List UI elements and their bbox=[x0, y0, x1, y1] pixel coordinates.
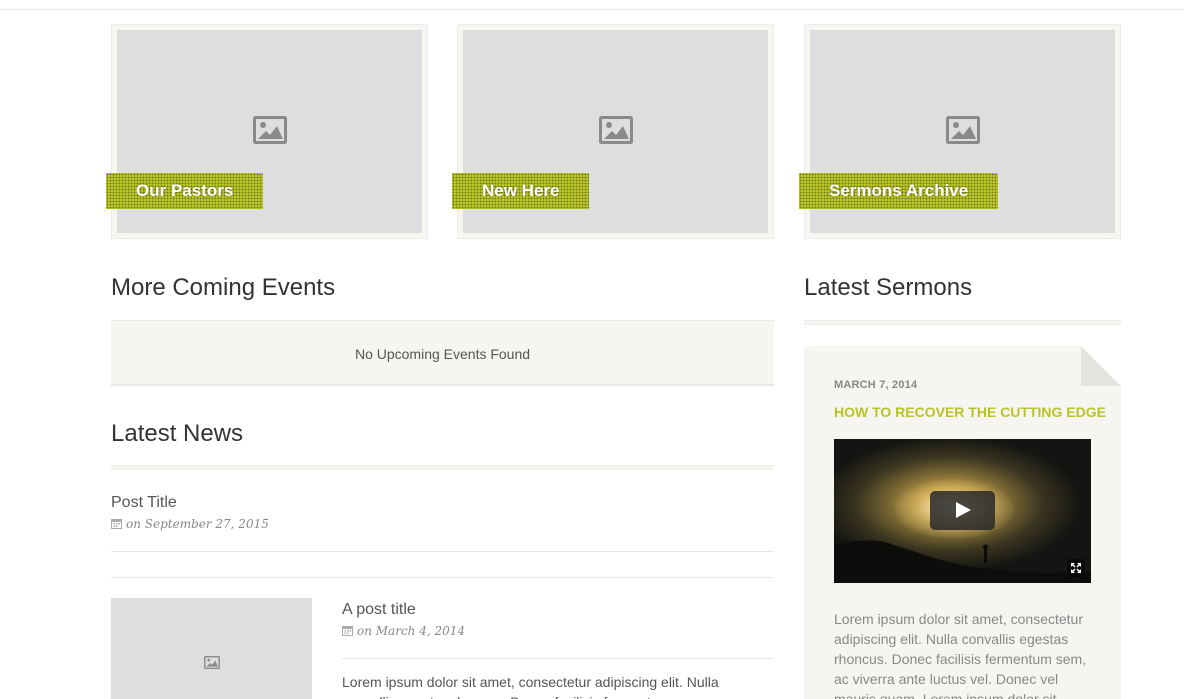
play-button[interactable] bbox=[930, 491, 995, 530]
divider bbox=[342, 658, 774, 659]
events-empty-message: No Upcoming Events Found bbox=[354, 346, 531, 362]
calendar-icon bbox=[342, 625, 353, 639]
page-fold-corner bbox=[1081, 346, 1121, 386]
post-title[interactable]: Post Title bbox=[111, 494, 177, 512]
news-heading: Latest News bbox=[111, 420, 244, 447]
video-thumbnail-silhouette bbox=[834, 540, 1091, 583]
feature-card-new-here[interactable]: New Here bbox=[452, 24, 774, 239]
header-divider bbox=[0, 9, 1184, 10]
image-icon bbox=[598, 116, 633, 149]
feature-label[interactable]: Our Pastors bbox=[106, 173, 264, 209]
fullscreen-icon bbox=[1071, 563, 1081, 573]
sermon-card: MARCH 7, 2014 HOW TO RECOVER THE CUTTING… bbox=[804, 346, 1121, 699]
events-heading: More Coming Events bbox=[111, 274, 336, 301]
feature-label[interactable]: Sermons Archive bbox=[799, 173, 999, 209]
divider bbox=[111, 577, 774, 578]
feature-card-sermons-archive[interactable]: Sermons Archive bbox=[799, 24, 1121, 239]
fullscreen-button[interactable] bbox=[1067, 559, 1085, 577]
divider bbox=[111, 551, 774, 552]
image-icon bbox=[252, 116, 287, 149]
sermon-video[interactable] bbox=[834, 439, 1091, 583]
post-title[interactable]: A post title bbox=[342, 601, 416, 619]
post-meta: on March 4, 2014 bbox=[342, 624, 465, 639]
sermons-heading-rule bbox=[804, 320, 1121, 325]
sermon-date: MARCH 7, 2014 bbox=[834, 379, 918, 391]
post-meta: on September 27, 2015 bbox=[111, 517, 269, 532]
feature-label[interactable]: New Here bbox=[452, 173, 590, 209]
feature-card-our-pastors[interactable]: Our Pastors bbox=[106, 24, 428, 239]
sermon-excerpt: Lorem ipsum dolor sit amet, consectetur … bbox=[834, 611, 1087, 699]
news-heading-rule bbox=[111, 465, 774, 470]
post-thumbnail[interactable] bbox=[111, 598, 312, 699]
play-icon bbox=[956, 502, 971, 518]
sermon-title[interactable]: HOW TO RECOVER THE CUTTING EDGE bbox=[834, 404, 1106, 420]
calendar-icon bbox=[111, 518, 122, 532]
image-icon bbox=[203, 656, 220, 674]
sermons-heading: Latest Sermons bbox=[804, 274, 973, 301]
post-date: on September 27, 2015 bbox=[126, 517, 269, 531]
image-icon bbox=[945, 116, 980, 149]
post-date: on March 4, 2014 bbox=[357, 624, 466, 638]
events-empty-box: No Upcoming Events Found bbox=[111, 320, 774, 386]
post-excerpt: Lorem ipsum dolor sit amet, consectetur … bbox=[342, 674, 723, 699]
